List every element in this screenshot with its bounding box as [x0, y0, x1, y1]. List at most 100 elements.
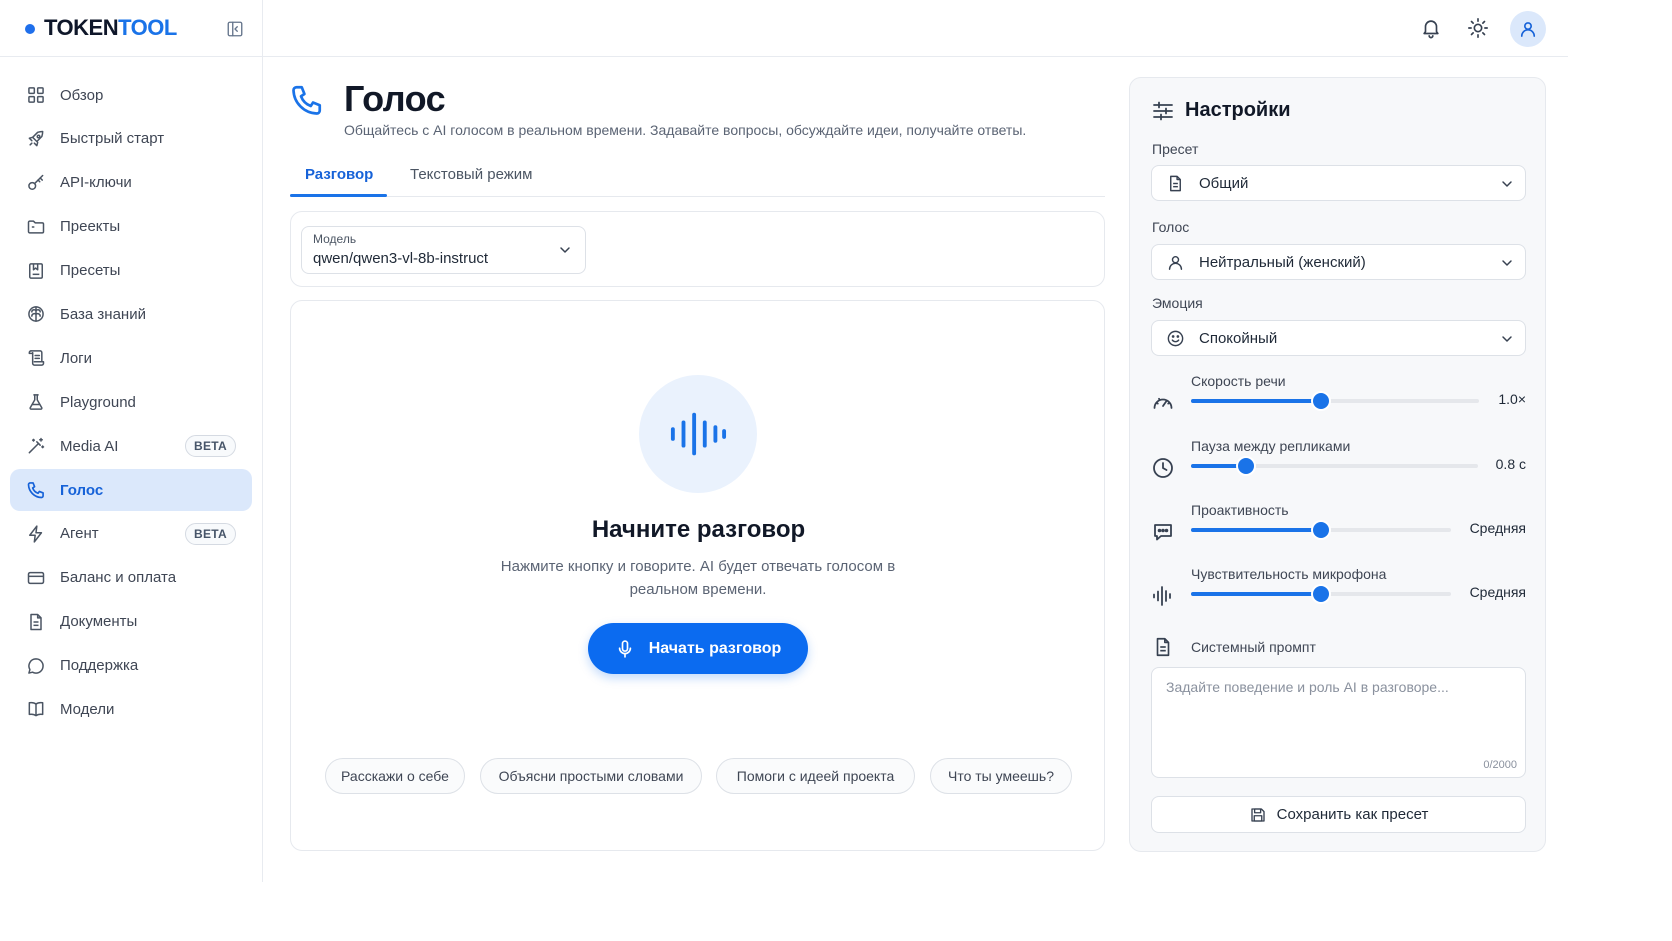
- sidebar-item-support[interactable]: Поддержка: [10, 645, 252, 687]
- beta-badge: BETA: [185, 522, 236, 545]
- preset-select[interactable]: Общий: [1151, 165, 1526, 201]
- sidebar-item-label: Баланс и оплата: [60, 569, 177, 587]
- mic-sensitivity-slider[interactable]: [1191, 586, 1451, 602]
- suggestion-chip[interactable]: Помоги с идеей проекта: [716, 758, 915, 794]
- app: TOKENTOOL Обзор Быстрый старт API-ключи …: [0, 0, 1568, 882]
- user-avatar[interactable]: [1510, 11, 1546, 47]
- brand-logo[interactable]: TOKENTOOL: [44, 15, 177, 41]
- sidebar-item-logs[interactable]: Логи: [10, 337, 252, 379]
- suggestion-text: Что ты умеешь?: [948, 768, 1054, 784]
- scroll-icon: [26, 348, 46, 368]
- bookmark-icon: [26, 261, 46, 281]
- emotion-label: Эмоция: [1152, 295, 1203, 311]
- proactivity-value: Средняя: [1469, 520, 1526, 536]
- sidebar-item-label: Логи: [60, 349, 93, 367]
- mic-sensitivity-value: Средняя: [1469, 584, 1526, 600]
- sliders-icon: [1151, 99, 1175, 123]
- top-header: [263, 0, 1568, 57]
- pause-value: 0.8 с: [1495, 456, 1526, 472]
- bell-icon[interactable]: [1420, 17, 1442, 39]
- save-icon: [1249, 806, 1267, 824]
- audio-wave-icon: [1151, 584, 1175, 608]
- voice-select[interactable]: Нейтральный (женский): [1151, 244, 1526, 280]
- sidebar-collapse-icon[interactable]: [226, 20, 244, 38]
- rocket-icon: [26, 129, 46, 149]
- emotion-select[interactable]: Спокойный: [1151, 320, 1526, 356]
- mic-sensitivity-label: Чувствительность микрофона: [1191, 566, 1387, 582]
- sidebar-item-agent[interactable]: Агент BETA: [10, 513, 252, 555]
- system-prompt-counter: 0/2000: [1483, 759, 1517, 771]
- sidebar-item-label: Преекты: [60, 218, 121, 236]
- brand-name-part2: TOOL: [118, 15, 177, 40]
- slider-thumb[interactable]: [1313, 522, 1329, 538]
- slider-thumb[interactable]: [1312, 393, 1329, 409]
- tab-text-mode[interactable]: Текстовый режим: [410, 166, 532, 197]
- voice-value: Нейтральный (женский): [1199, 254, 1366, 271]
- sidebar-item-voice[interactable]: Голос: [10, 469, 252, 512]
- sidebar-item-label: Голос: [60, 481, 104, 499]
- chat-bubble-icon: [26, 656, 46, 676]
- chevron-down-icon: [1499, 255, 1515, 271]
- settings-title: Настройки: [1185, 99, 1291, 121]
- brand-dot: [25, 24, 35, 34]
- sidebar-item-overview[interactable]: Обзор: [10, 74, 252, 116]
- start-conversation-label: Начать разговор: [648, 639, 782, 657]
- tab-conversation[interactable]: Разговор: [305, 166, 373, 197]
- slider-fill: [1191, 399, 1321, 403]
- proactivity-slider[interactable]: [1191, 522, 1451, 538]
- suggestion-chip[interactable]: Расскажи о себе: [325, 758, 465, 794]
- sidebar-item-quickstart[interactable]: Быстрый старт: [10, 118, 252, 160]
- slider-thumb[interactable]: [1313, 586, 1329, 602]
- suggestion-chip[interactable]: Объясни простыми словами: [480, 758, 702, 794]
- speech-speed-slider-row: Скорость речи 1.0×: [1151, 373, 1526, 433]
- microphone-icon: [615, 639, 635, 659]
- sun-icon[interactable]: [1467, 17, 1489, 39]
- save-preset-button[interactable]: Сохранить как пресет: [1151, 796, 1526, 833]
- sidebar-item-projects[interactable]: Преекты: [10, 206, 252, 248]
- phone-icon: [289, 82, 325, 118]
- suggestion-chip[interactable]: Что ты умеешь?: [930, 758, 1072, 794]
- sidebar-item-label: База знаний: [60, 305, 146, 323]
- user-icon: [1520, 22, 1536, 37]
- start-conversation-button[interactable]: Начать разговор: [588, 623, 808, 674]
- speech-speed-label: Скорость речи: [1191, 373, 1286, 389]
- sidebar-item-playground[interactable]: Playground: [10, 381, 252, 423]
- sidebar-nav: Обзор Быстрый старт API-ключи Преекты Пр…: [10, 74, 252, 732]
- proactivity-slider-row: Проактивность Средняя: [1151, 502, 1526, 562]
- brand-name-part1: TOKEN: [44, 15, 119, 40]
- folder-icon: [26, 217, 46, 237]
- speech-speed-slider[interactable]: [1191, 393, 1479, 409]
- sidebar-item-media-ai[interactable]: Media AI BETA: [10, 425, 252, 467]
- tab-active-indicator: [290, 194, 387, 197]
- sidebar-item-knowledge-base[interactable]: База знаний: [10, 293, 252, 335]
- model-value: qwen/qwen3-vl-8b-instruct: [313, 250, 489, 267]
- bolt-icon: [26, 524, 46, 544]
- sidebar-item-documents[interactable]: Документы: [10, 601, 252, 643]
- flask-icon: [26, 392, 46, 412]
- conversation-title: Начните разговор: [591, 516, 806, 543]
- sidebar-item-billing[interactable]: Баланс и оплата: [10, 557, 252, 599]
- slider-thumb[interactable]: [1237, 458, 1254, 474]
- sidebar-item-api-keys[interactable]: API-ключи: [10, 162, 252, 204]
- voice-wave-icon: [639, 375, 757, 493]
- system-prompt-label: Системный промпт: [1191, 639, 1316, 655]
- sidebar-item-models[interactable]: Модели: [10, 688, 252, 730]
- sidebar-item-label: Документы: [60, 613, 138, 631]
- sidebar-item-label: Пресеты: [60, 262, 121, 280]
- model-select[interactable]: Модель qwen/qwen3-vl-8b-instruct: [301, 226, 586, 274]
- pause-slider[interactable]: [1191, 458, 1478, 474]
- proactivity-label: Проактивность: [1191, 502, 1289, 518]
- page-subtitle: Общайтесь с AI голосом в реальном времен…: [344, 122, 1027, 138]
- voice-label: Голос: [1152, 219, 1190, 235]
- pause-label: Пауза между репликами: [1191, 438, 1351, 454]
- phone-icon: [26, 480, 46, 500]
- book-icon: [26, 699, 46, 719]
- system-prompt-textarea[interactable]: Задайте поведение и роль AI в разговоре.…: [1151, 667, 1526, 778]
- sidebar-item-label: Playground: [60, 393, 136, 411]
- model-label: Модель: [313, 232, 357, 246]
- smile-icon: [1166, 329, 1185, 348]
- sidebar-item-label: Media AI: [60, 437, 119, 455]
- sidebar-item-presets[interactable]: Пресеты: [10, 250, 252, 292]
- speech-speed-value: 1.0×: [1498, 391, 1526, 407]
- clock-icon: [1151, 456, 1175, 480]
